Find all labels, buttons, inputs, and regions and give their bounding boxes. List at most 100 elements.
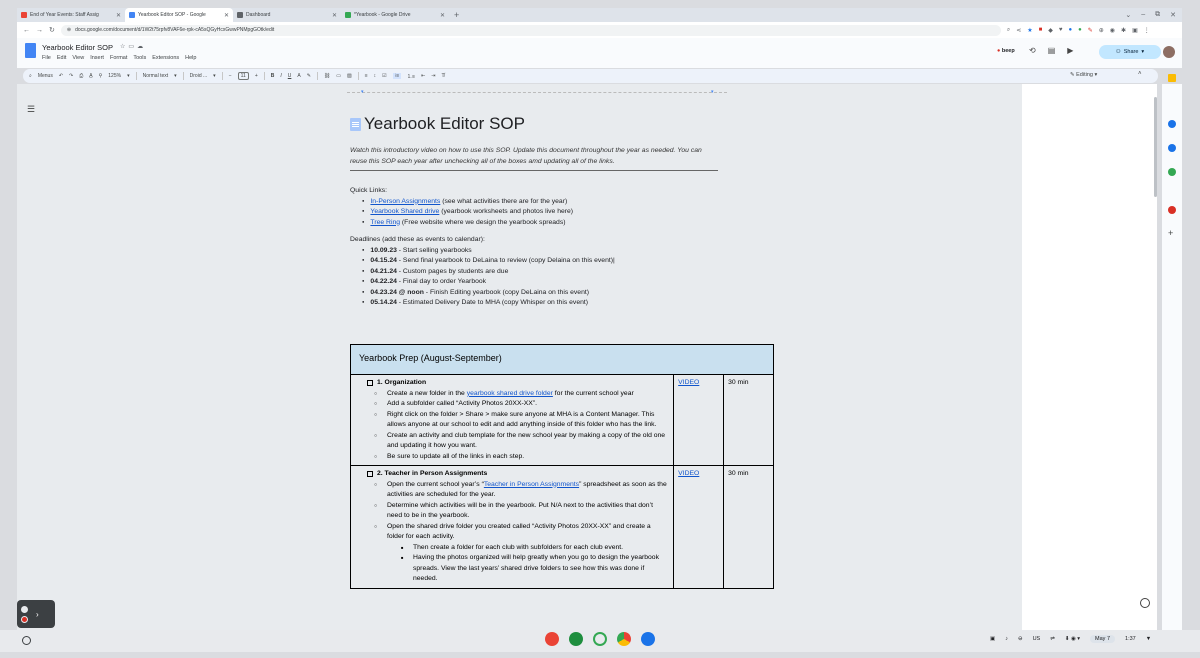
style-select[interactable]: Normal text: [143, 73, 169, 79]
forward-icon[interactable]: →: [36, 27, 43, 34]
search-menus-icon[interactable]: ⌕: [29, 73, 32, 79]
document-title-field[interactable]: Yearbook Editor SOP: [42, 43, 113, 52]
link-in-person-assignments[interactable]: In-Person Assignments: [370, 198, 440, 205]
menu-help[interactable]: Help: [185, 55, 196, 61]
hide-menus-icon[interactable]: ˄: [1138, 71, 1142, 77]
menu-format[interactable]: Format: [110, 55, 127, 61]
site-info-icon[interactable]: ⊜: [67, 27, 71, 33]
maps-icon[interactable]: [1168, 168, 1176, 176]
text-color-icon[interactable]: A: [297, 73, 300, 79]
video-link[interactable]: VIDEO: [678, 470, 699, 477]
document-outline-icon[interactable]: ☰: [27, 104, 35, 115]
insert-image-icon[interactable]: ▨: [347, 73, 352, 79]
extension-icon[interactable]: ◉: [1110, 27, 1115, 34]
avatar[interactable]: [1163, 46, 1175, 58]
link-teacher-in-person-assignments[interactable]: Teacher in Person Assignments: [484, 481, 579, 488]
link-icon[interactable]: ⛓: [324, 73, 330, 79]
wifi-icon[interactable]: ▼: [1146, 636, 1151, 642]
share-button[interactable]: ⚇ Share ▾: [1099, 45, 1161, 59]
link-yearbook-shared-drive[interactable]: Yearbook Shared drive: [370, 208, 439, 215]
classroom-app-icon[interactable]: [569, 632, 583, 646]
minimize-icon[interactable]: –: [1141, 11, 1145, 19]
right-indent-marker[interactable]: ▾: [711, 89, 714, 95]
record-icon[interactable]: [21, 615, 28, 623]
menu-file[interactable]: File: [42, 55, 51, 61]
tab-search-icon[interactable]: ⌄: [1125, 11, 1131, 19]
video-link[interactable]: VIDEO: [678, 379, 699, 386]
chevron-down-icon[interactable]: ▾: [213, 73, 216, 79]
extension-icon[interactable]: ✎: [1088, 27, 1093, 34]
bookmark-star-icon[interactable]: ★: [1027, 27, 1032, 34]
document-body[interactable]: Yearbook Editor SOP Watch this introduct…: [350, 114, 790, 309]
omnibox[interactable]: ⊜ docs.google.com/document/d/1W2t75rpfv8…: [60, 24, 1001, 36]
files-app-icon[interactable]: [641, 632, 655, 646]
checklist-icon[interactable]: ☑: [382, 73, 386, 79]
extension-icon[interactable]: ⊕: [1099, 27, 1104, 34]
menu-view[interactable]: View: [72, 55, 84, 61]
tab-yearbook-drive[interactable]: *Yearbook - Google Drive ✕: [341, 8, 449, 22]
launcher-icon[interactable]: [22, 636, 31, 645]
close-icon[interactable]: ✕: [224, 12, 229, 19]
table-header[interactable]: Yearbook Prep (August-September): [350, 344, 774, 375]
system-tray[interactable]: ▣ ♪ ⊖ US ⇌ ⬇ ◉ ▾ May 7 1:37 ▼: [990, 635, 1151, 643]
screencast-app-icon[interactable]: [545, 632, 559, 646]
step-cell[interactable]: 1. Organization Create a new folder in t…: [349, 374, 675, 466]
close-icon[interactable]: ✕: [116, 12, 121, 19]
side-panel-icon[interactable]: ▣: [1132, 27, 1138, 34]
tote-icon[interactable]: ⇌: [1050, 636, 1055, 642]
print-icon[interactable]: ⎙: [79, 73, 83, 79]
decrease-indent-icon[interactable]: ⇤: [421, 73, 425, 79]
play-store-icon[interactable]: [593, 632, 607, 646]
add-on-plus-icon[interactable]: +: [1168, 228, 1173, 238]
comments-icon[interactable]: ▤: [1048, 46, 1056, 55]
menu-insert[interactable]: Insert: [90, 55, 104, 61]
menu-extensions[interactable]: Extensions: [152, 55, 179, 61]
tab-end-of-year-events[interactable]: End of Year Events: Staff Assig ✕: [17, 8, 125, 22]
extension-icon[interactable]: ◆: [1048, 27, 1053, 34]
undo-icon[interactable]: ↶: [59, 73, 63, 79]
bold-icon[interactable]: B: [271, 73, 275, 79]
date-pill[interactable]: May 7: [1090, 635, 1116, 643]
chevron-down-icon[interactable]: ▾: [127, 73, 130, 79]
numbered-list-icon[interactable]: ⒈≡: [407, 73, 415, 80]
back-icon[interactable]: ←: [23, 27, 30, 34]
pause-icon[interactable]: [21, 605, 28, 613]
extension-icon[interactable]: ●: [1068, 27, 1072, 34]
docs-logo-icon[interactable]: [25, 43, 36, 58]
increase-font-size-icon[interactable]: +: [255, 73, 258, 79]
maximize-icon[interactable]: ⧉: [1155, 11, 1160, 19]
link-yearbook-shared-drive-folder[interactable]: yearbook shared drive folder: [467, 390, 553, 397]
menu-edit[interactable]: Edit: [57, 55, 66, 61]
status-icons[interactable]: ⬇ ◉ ▾: [1065, 636, 1080, 642]
step-checkbox[interactable]: [367, 471, 373, 478]
zoom-select[interactable]: 125%: [108, 73, 121, 79]
step-checkbox[interactable]: [367, 380, 373, 387]
tab-dashboard[interactable]: Dashboard ✕: [233, 8, 341, 22]
keep-icon[interactable]: [1168, 74, 1176, 82]
meet-icon[interactable]: ▶: [1067, 46, 1073, 55]
extension-icon[interactable]: ♥: [1059, 27, 1063, 34]
chevron-down-icon[interactable]: ▾: [174, 73, 177, 79]
highlight-icon[interactable]: ✎: [307, 73, 311, 79]
menus-label[interactable]: Menus: [38, 73, 53, 79]
editing-mode-select[interactable]: ✎ Editing ▾: [1070, 72, 1097, 78]
redo-icon[interactable]: ↷: [69, 73, 73, 79]
tab-yearbook-editor-sop[interactable]: Yearbook Editor SOP - Google ✕: [125, 8, 233, 22]
left-indent-marker[interactable]: ▾: [361, 89, 364, 95]
clock[interactable]: 1:37: [1125, 636, 1136, 642]
assistant-icon[interactable]: [1140, 598, 1150, 608]
scrollbar[interactable]: [1154, 97, 1157, 197]
do-not-disturb-icon[interactable]: ⊖: [1018, 636, 1023, 642]
line-spacing-icon[interactable]: ↕: [374, 73, 377, 79]
share-page-icon[interactable]: ⋖: [1016, 27, 1021, 34]
clear-formatting-icon[interactable]: T̸: [442, 73, 445, 79]
link-tree-ring[interactable]: Tree Ring: [370, 219, 400, 226]
increase-indent-icon[interactable]: ⇥: [431, 73, 435, 79]
microphone-icon[interactable]: ♪: [1005, 636, 1008, 642]
new-tab-button[interactable]: +: [449, 10, 464, 20]
close-icon[interactable]: ✕: [332, 12, 337, 19]
decrease-font-size-icon[interactable]: −: [229, 73, 232, 79]
bulleted-list-icon[interactable]: ⁝≡: [392, 73, 402, 79]
add-comment-icon[interactable]: ▭: [336, 73, 341, 79]
extensions-puzzle-icon[interactable]: ✱: [1121, 27, 1126, 34]
